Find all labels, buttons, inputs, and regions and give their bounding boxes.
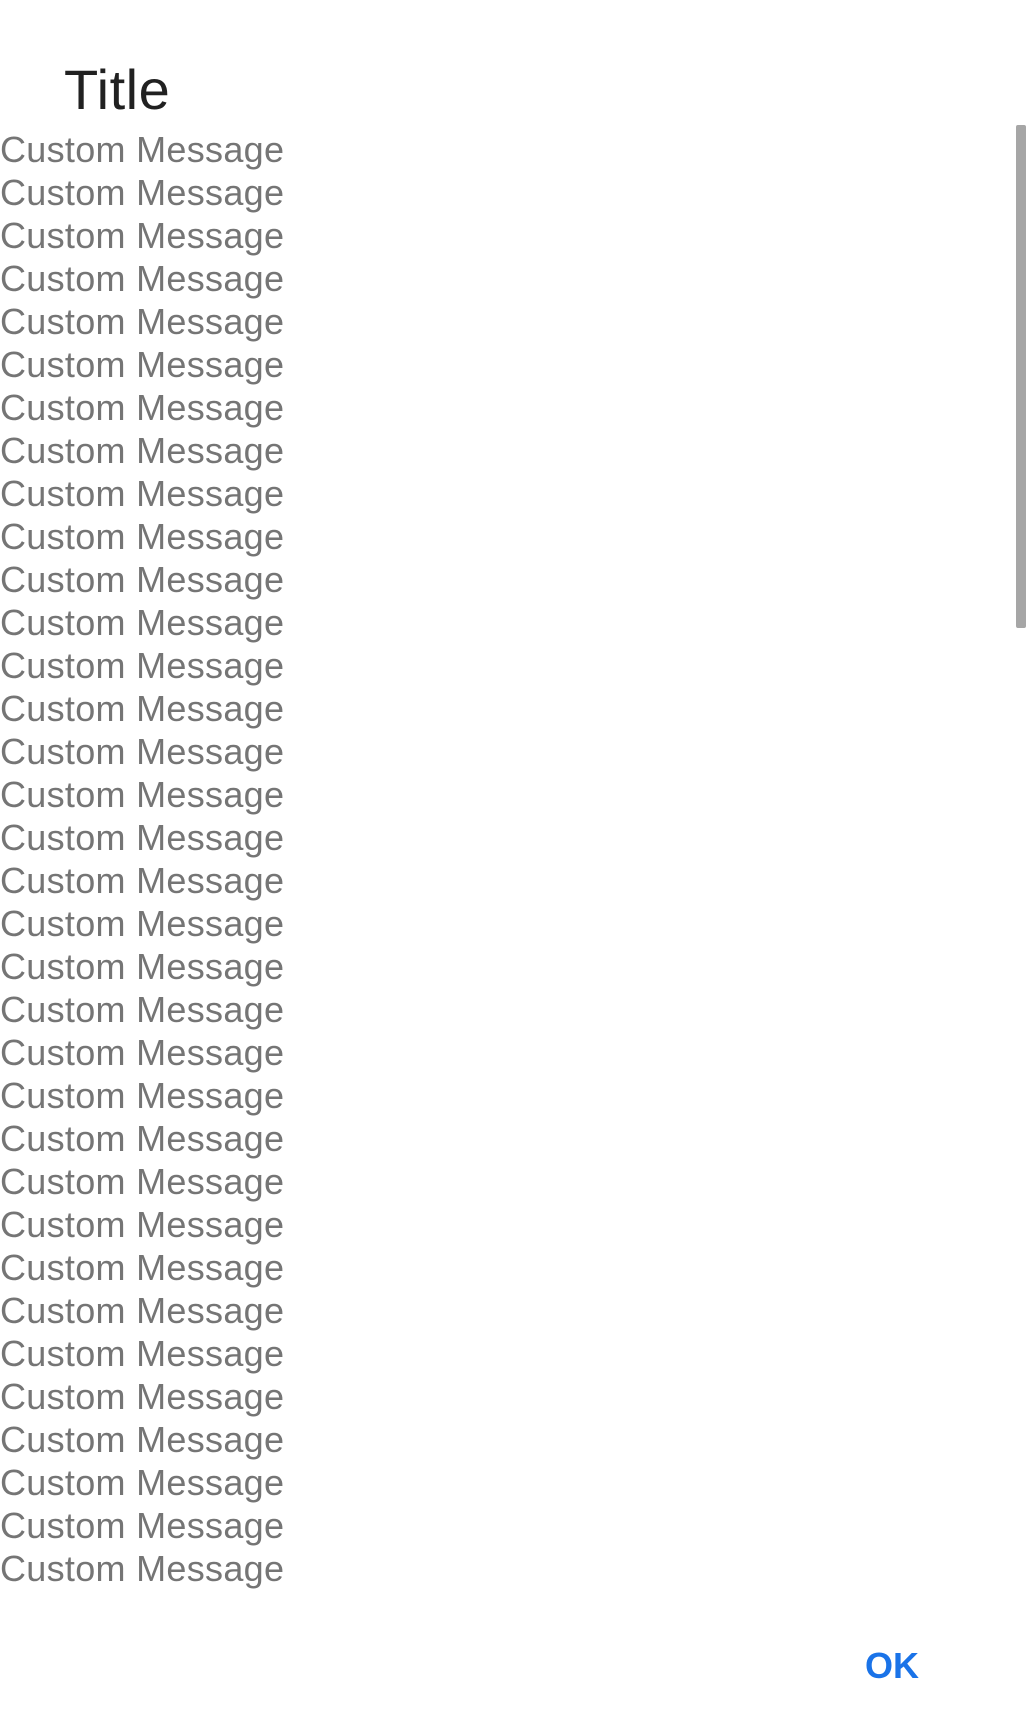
message-line: Custom Message <box>0 559 285 600</box>
message-line: Custom Message <box>0 1419 285 1460</box>
message-line: Custom Message <box>0 344 285 385</box>
message-line: Custom Message <box>0 817 285 858</box>
message-line: Custom Message <box>0 1032 285 1073</box>
message-line: Custom Message <box>0 774 285 815</box>
message-line: Custom Message <box>0 903 285 944</box>
ok-button[interactable]: OK <box>852 1636 932 1696</box>
message-line: Custom Message <box>0 1247 285 1288</box>
message-line: Custom Message <box>0 946 285 987</box>
message-line: Custom Message <box>0 989 285 1030</box>
message-line: Custom Message <box>0 172 285 213</box>
message-line: Custom Message <box>0 1462 285 1503</box>
message-line: Custom Message <box>0 516 285 557</box>
message-line: Custom Message <box>0 1118 285 1159</box>
message-line: Custom Message <box>0 129 285 170</box>
message-line: Custom Message <box>0 1204 285 1245</box>
message-line: Custom Message <box>0 1505 285 1546</box>
message-line: Custom Message <box>0 602 285 643</box>
message-line: Custom Message <box>0 473 285 514</box>
message-line: Custom Message <box>0 301 285 342</box>
message-line: Custom Message <box>0 645 285 686</box>
message-line: Custom Message <box>0 1376 285 1417</box>
message-line: Custom Message <box>0 387 285 428</box>
message-line: Custom Message <box>0 1075 285 1116</box>
message-line: Custom Message <box>0 1290 285 1331</box>
message-line: Custom Message <box>0 430 285 471</box>
message-line: Custom Message <box>0 1548 285 1589</box>
message-line: Custom Message <box>0 258 285 299</box>
alert-dialog: Title Custom Message Custom Message Custom… <box>0 0 1026 1731</box>
message-line: Custom Message <box>0 215 285 256</box>
message-line: Custom Message <box>0 731 285 772</box>
message-list[interactable]: Custom Message Custom Message Custom Messa… <box>0 128 1000 1590</box>
message-line: Custom Message <box>0 1333 285 1374</box>
message-line: Custom Message <box>0 860 285 901</box>
message-line: Custom Message <box>0 688 285 729</box>
message-line: Custom Message <box>0 1161 285 1202</box>
scrollbar-thumb[interactable] <box>1016 125 1026 628</box>
dialog-title: Title <box>64 58 171 121</box>
